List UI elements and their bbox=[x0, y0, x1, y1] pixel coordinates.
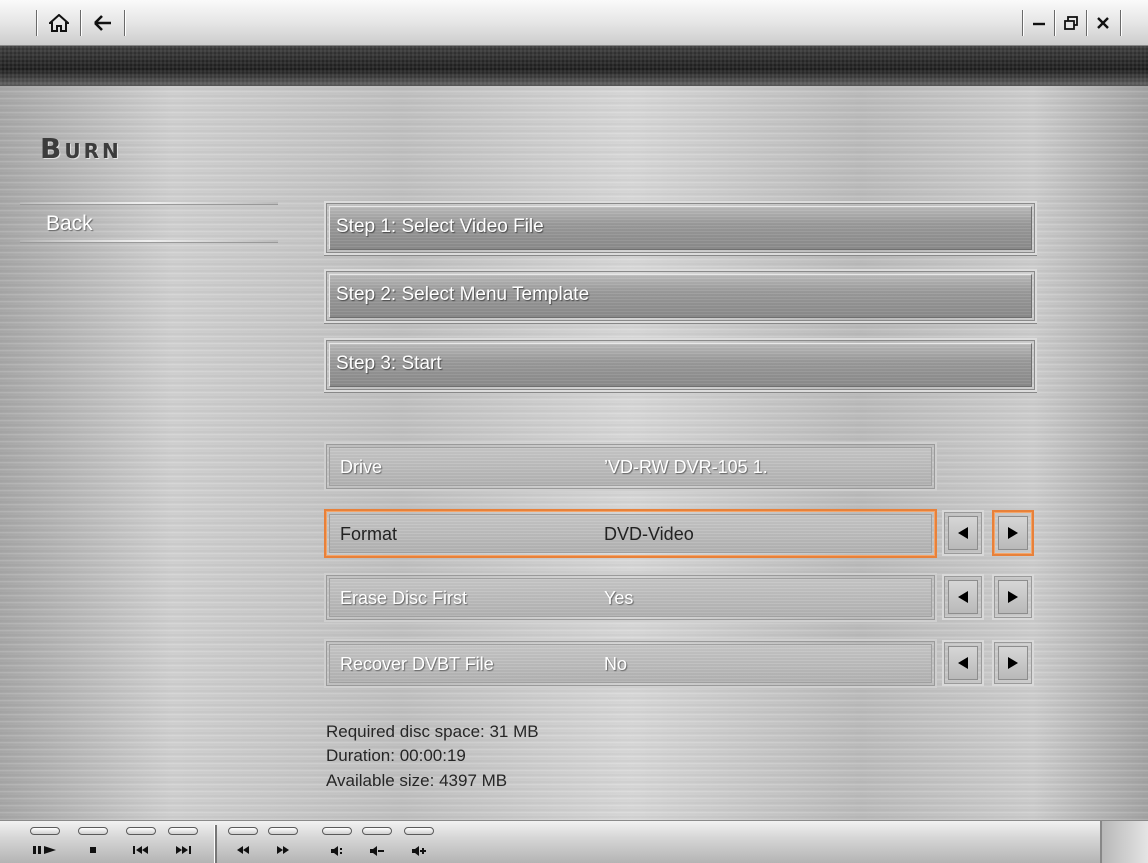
setting-label: Recover DVBT File bbox=[340, 654, 494, 674]
minimize-button[interactable] bbox=[1024, 9, 1054, 37]
triangle-left-icon bbox=[958, 527, 968, 539]
volume-up-button[interactable] bbox=[402, 827, 436, 863]
triangle-left-icon bbox=[958, 591, 968, 603]
titlebar-divider bbox=[1120, 10, 1122, 36]
stop-button[interactable] bbox=[76, 827, 110, 863]
erase-next-button[interactable] bbox=[992, 574, 1034, 620]
setting-label: Drive bbox=[340, 457, 383, 477]
triangle-right-icon bbox=[1008, 657, 1018, 669]
setting-value: DVD-Video bbox=[604, 524, 694, 544]
recover-next-button[interactable] bbox=[992, 640, 1034, 686]
header-band bbox=[0, 46, 1148, 86]
volume-down-icon bbox=[370, 846, 384, 856]
home-button[interactable] bbox=[44, 9, 74, 37]
required-disc-space: Required disc space: 31 MB bbox=[326, 722, 539, 741]
arrow-left-icon bbox=[94, 15, 111, 31]
titlebar-divider bbox=[36, 10, 38, 36]
app-window: Burn Back Step 1: Select Video File Step… bbox=[0, 0, 1148, 863]
erase-prev-button[interactable] bbox=[942, 574, 984, 620]
setting-format[interactable]: Format DVD-Video bbox=[324, 509, 937, 558]
step-start-button[interactable]: Step 3: Start bbox=[324, 338, 1037, 392]
titlebar-divider bbox=[124, 10, 126, 36]
setting-value: Yes bbox=[604, 588, 634, 608]
setting-drive[interactable]: Drive ’VD-RW DVR-105 1. bbox=[324, 442, 937, 491]
previous-track-icon bbox=[133, 846, 148, 854]
divider bbox=[20, 240, 278, 243]
back-arrow-button[interactable] bbox=[88, 9, 118, 37]
divider bbox=[20, 202, 278, 205]
control-bar-end bbox=[1100, 821, 1148, 863]
duration: Duration: 00:00:19 bbox=[326, 746, 466, 765]
page-title: Burn bbox=[40, 132, 122, 165]
playback-control-bar bbox=[0, 820, 1148, 863]
setting-value: No bbox=[604, 654, 628, 674]
stop-icon bbox=[90, 847, 96, 853]
fast-forward-icon bbox=[277, 846, 289, 854]
fast-forward-button[interactable] bbox=[266, 827, 300, 863]
mute-icon bbox=[331, 846, 342, 856]
step-select-video-button[interactable]: Step 1: Select Video File bbox=[324, 201, 1037, 255]
setting-label: Erase Disc First bbox=[340, 588, 468, 608]
triangle-right-icon bbox=[1008, 591, 1018, 603]
restore-icon bbox=[1064, 16, 1078, 30]
close-button[interactable] bbox=[1088, 9, 1118, 37]
step-label: Step 2: Select Menu Template bbox=[336, 284, 590, 305]
control-divider bbox=[214, 825, 217, 863]
triangle-left-icon bbox=[958, 657, 968, 669]
next-track-icon bbox=[176, 846, 191, 854]
rewind-icon bbox=[237, 846, 249, 854]
setting-recover-dvbt-file[interactable]: Recover DVBT File No bbox=[324, 639, 937, 688]
minimize-icon bbox=[1033, 22, 1045, 26]
next-track-button[interactable] bbox=[166, 827, 200, 863]
play-pause-button[interactable] bbox=[28, 827, 62, 863]
mute-button[interactable] bbox=[320, 827, 354, 863]
step-select-menu-template-button[interactable]: Step 2: Select Menu Template bbox=[324, 269, 1037, 323]
titlebar-divider bbox=[80, 10, 82, 36]
format-next-button[interactable] bbox=[992, 510, 1034, 556]
rewind-button[interactable] bbox=[226, 827, 260, 863]
available-size: Available size: 4397 MB bbox=[326, 771, 508, 790]
restore-button[interactable] bbox=[1056, 9, 1086, 37]
step-label: Step 1: Select Video File bbox=[336, 216, 544, 237]
setting-label: Format bbox=[340, 524, 398, 544]
step-label: Step 3: Start bbox=[336, 353, 442, 374]
close-icon bbox=[1097, 17, 1109, 29]
recover-prev-button[interactable] bbox=[942, 640, 984, 686]
title-bar bbox=[0, 0, 1148, 46]
volume-down-button[interactable] bbox=[360, 827, 394, 863]
previous-track-button[interactable] bbox=[124, 827, 158, 863]
play-pause-icon bbox=[33, 846, 56, 854]
home-icon bbox=[49, 14, 69, 32]
volume-up-icon bbox=[412, 846, 426, 856]
setting-erase-disc-first[interactable]: Erase Disc First Yes bbox=[324, 573, 937, 622]
setting-value: ’VD-RW DVR-105 1. bbox=[604, 457, 768, 477]
back-link[interactable]: Back bbox=[46, 212, 93, 236]
triangle-right-icon bbox=[1008, 527, 1018, 539]
format-prev-button[interactable] bbox=[942, 510, 984, 556]
